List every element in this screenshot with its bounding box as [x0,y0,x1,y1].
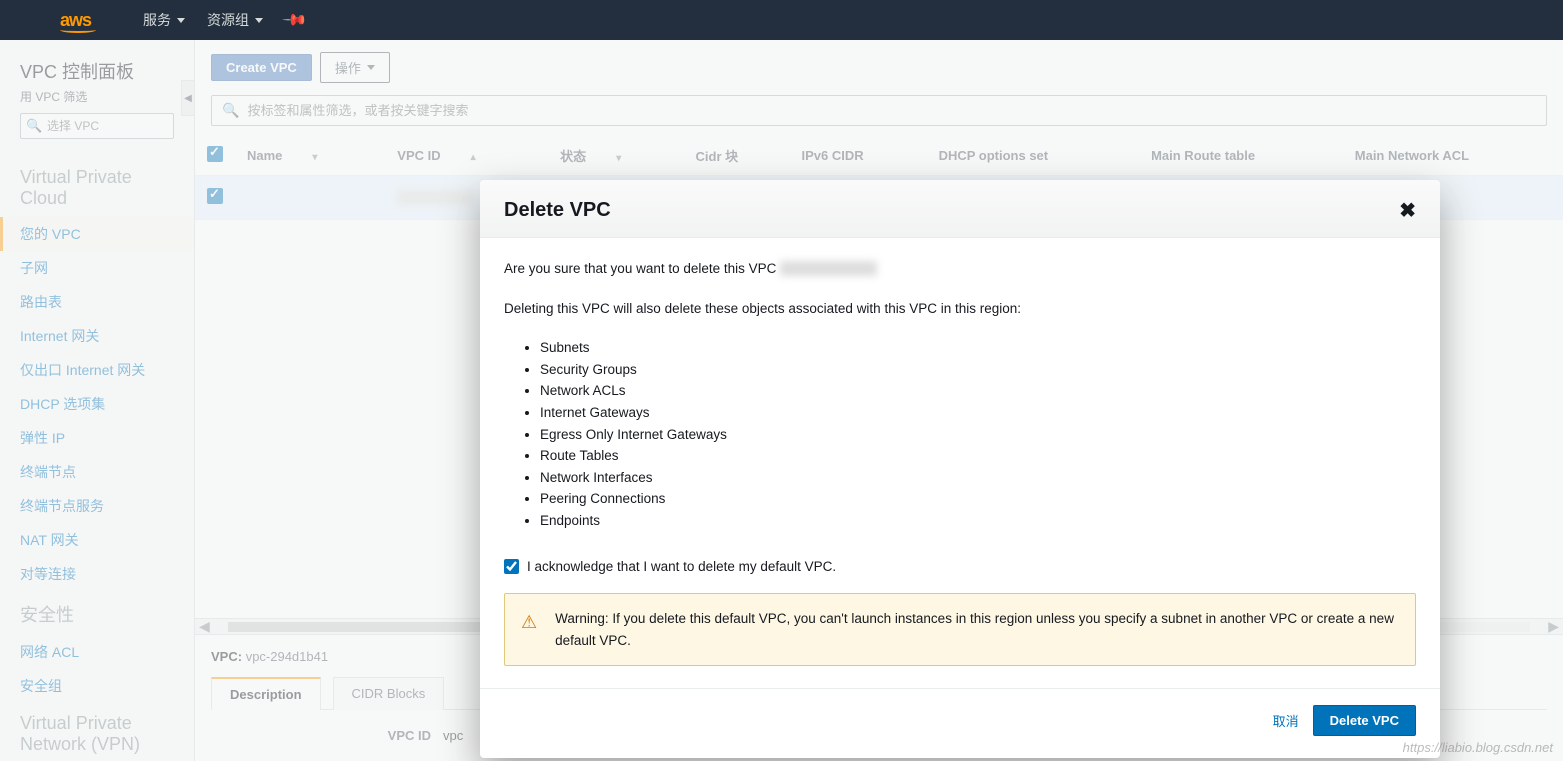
dialog-objects-list: Subnets Security Groups Network ACLs Int… [540,337,1416,531]
ack-row[interactable]: I acknowledge that I want to delete my d… [504,556,1416,578]
list-item: Security Groups [540,359,1416,381]
delete-vpc-dialog: Delete VPC ✖ Are you sure that you want … [480,180,1440,758]
dialog-also-delete-text: Deleting this VPC will also delete these… [504,298,1416,320]
chevron-down-icon [177,18,185,23]
aws-logo[interactable]: aws [20,10,121,31]
top-navbar: aws 服务 资源组 📌 [0,0,1563,40]
dialog-confirm-text: Are you sure that you want to delete thi… [504,258,1416,280]
dialog-title: Delete VPC [504,199,611,222]
nav-services-label: 服务 [143,10,171,30]
list-item: Endpoints [540,510,1416,532]
list-item: Egress Only Internet Gateways [540,424,1416,446]
ack-label: I acknowledge that I want to delete my d… [527,556,836,578]
list-item: Network ACLs [540,380,1416,402]
list-item: Peering Connections [540,488,1416,510]
nav-resource-groups[interactable]: 资源组 [207,10,263,30]
watermark: https://liabio.blog.csdn.net [1403,740,1553,755]
warning-icon: ⚠ [521,608,537,651]
list-item: Route Tables [540,445,1416,467]
warning-text: Warning: If you delete this default VPC,… [555,608,1399,651]
list-item: Network Interfaces [540,467,1416,489]
list-item: Subnets [540,337,1416,359]
ack-checkbox[interactable] [504,559,519,574]
chevron-down-icon [255,18,263,23]
nav-services[interactable]: 服务 [143,10,185,30]
cancel-button[interactable]: 取消 [1273,711,1299,730]
warning-box: ⚠ Warning: If you delete this default VP… [504,593,1416,666]
list-item: Internet Gateways [540,402,1416,424]
pin-icon[interactable]: 📌 [281,6,309,34]
delete-vpc-button[interactable]: Delete VPC [1313,705,1416,736]
nav-resource-groups-label: 资源组 [207,10,249,30]
dialog-close-icon[interactable]: ✖ [1399,198,1416,223]
